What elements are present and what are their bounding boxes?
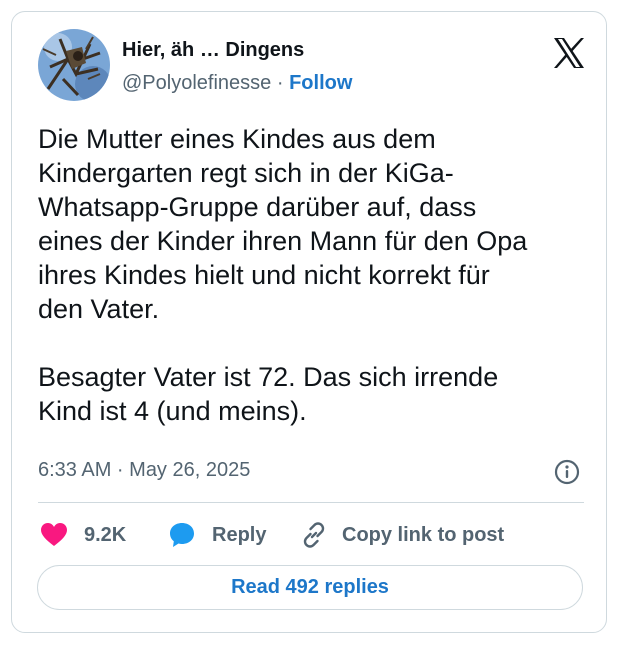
timestamp[interactable]: 6:33 AM · May 26, 2025 — [38, 459, 250, 482]
like-count: 9.2K — [84, 523, 127, 546]
avatar[interactable] — [38, 29, 110, 101]
x-logo-icon[interactable] — [552, 37, 586, 69]
tweet-text: Die Mutter eines Kindes aus dem Kinderga… — [38, 124, 528, 426]
info-icon[interactable] — [554, 459, 580, 485]
tweet-card: Hier, äh … Dingens @Polyolefinesse · Fol… — [11, 11, 607, 633]
copy-link-label: Copy link to post — [342, 523, 505, 546]
like-button[interactable]: 9.2K — [40, 520, 126, 550]
reply-button[interactable]: Reply — [168, 520, 266, 550]
reply-label: Reply — [212, 523, 267, 546]
heart-icon — [40, 522, 70, 548]
divider — [38, 502, 584, 503]
copy-link-button[interactable]: Copy link to post — [300, 520, 504, 550]
handle-line: @Polyolefinesse · Follow — [122, 72, 352, 95]
handle-separator: · — [276, 72, 284, 94]
user-handle[interactable]: @Polyolefinesse — [122, 72, 271, 94]
display-name[interactable]: Hier, äh … Dingens — [122, 39, 304, 62]
read-replies-button[interactable]: Read 492 replies — [37, 565, 583, 610]
reply-bubble-icon — [168, 521, 198, 549]
follow-button[interactable]: Follow — [289, 72, 352, 94]
link-icon — [300, 521, 330, 549]
